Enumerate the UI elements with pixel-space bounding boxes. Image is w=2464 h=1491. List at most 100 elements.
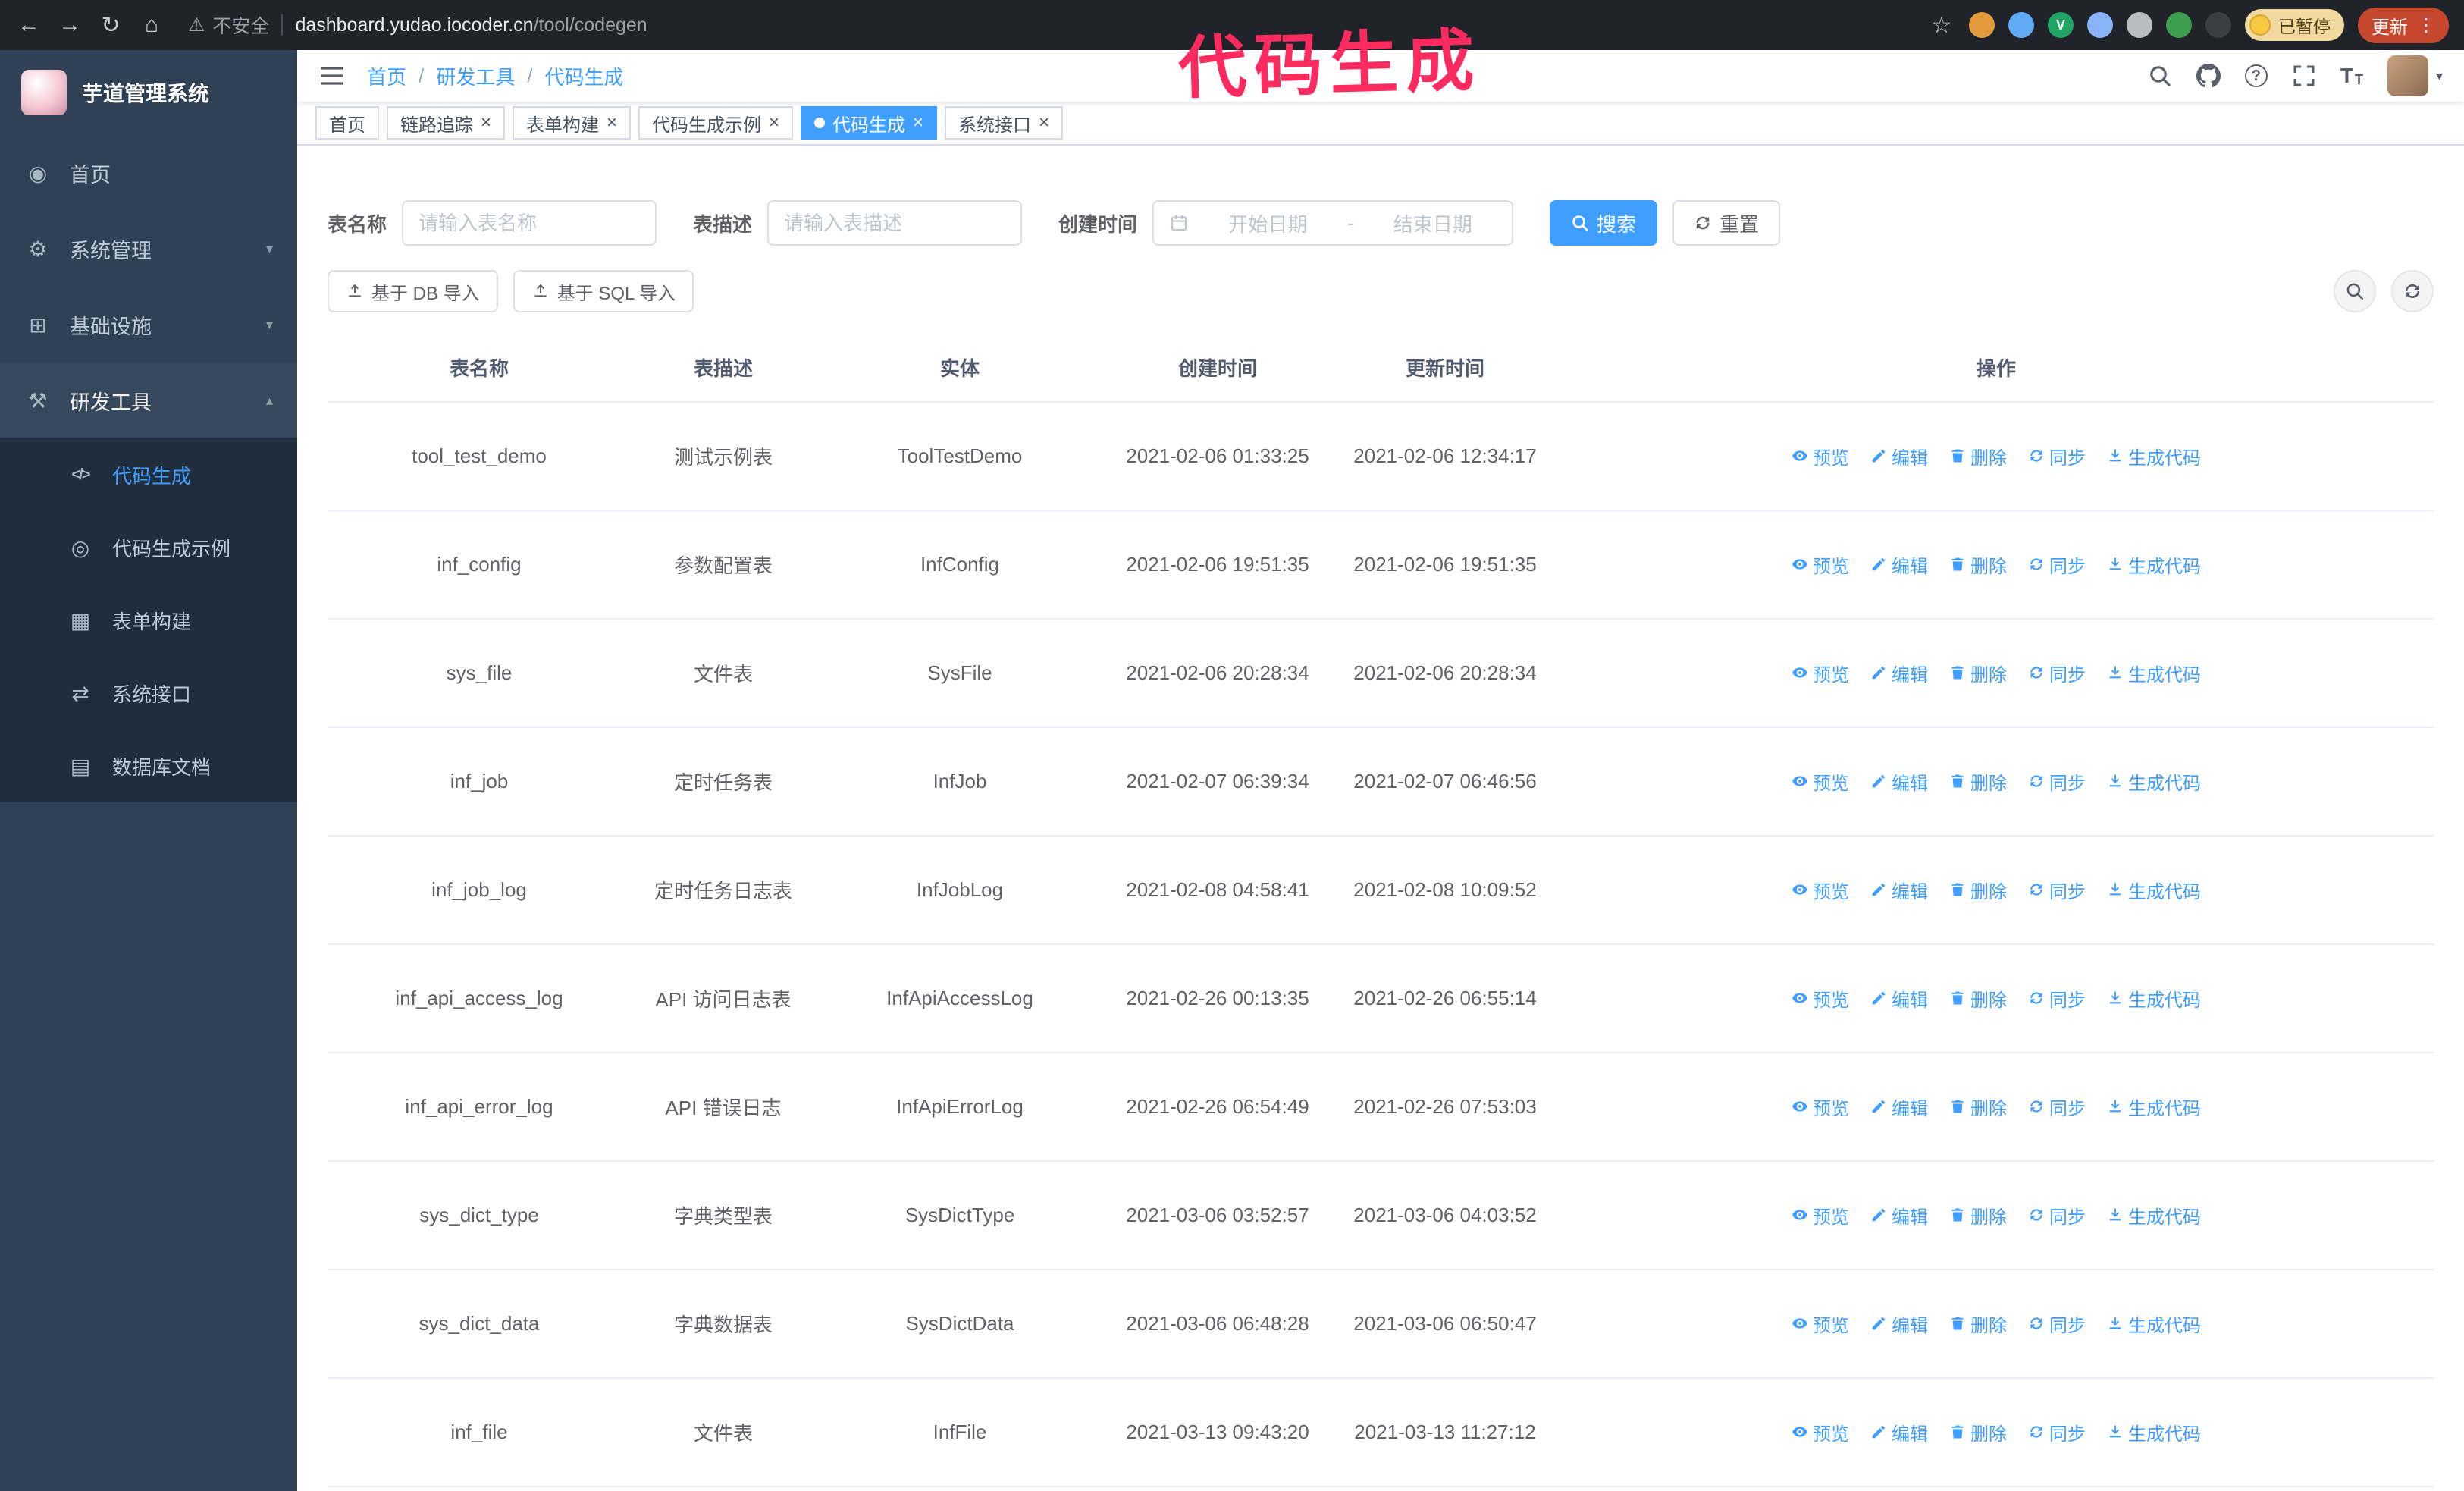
extension-icon[interactable]: V [2048,12,2074,38]
github-icon[interactable] [2196,64,2221,88]
refresh-table-button[interactable] [2391,270,2434,312]
action-delete[interactable]: 删除 [1949,768,2007,795]
sidebar-item-home[interactable]: ◉ 首页 [0,135,297,211]
back-icon[interactable]: ← [15,12,42,38]
action-edit[interactable]: 编辑 [1870,1094,1928,1120]
extension-icon[interactable] [2166,12,2192,38]
sidebar-item-codegen-example[interactable]: ◎ 代码生成示例 [0,511,297,584]
extension-icon[interactable] [2087,12,2113,38]
action-delete[interactable]: 删除 [1949,877,2007,903]
action-sync[interactable]: 同步 [2028,877,2086,903]
table-desc-input[interactable] [767,200,1023,246]
reload-icon[interactable]: ↻ [97,12,124,39]
action-sync[interactable]: 同步 [2028,1419,2086,1445]
date-range-picker[interactable]: 开始日期 - 结束日期 [1152,200,1514,246]
reset-button[interactable]: 重置 [1672,200,1781,246]
action-generate-code[interactable]: 生成代码 [2107,985,2201,1012]
action-edit[interactable]: 编辑 [1870,660,1928,686]
action-delete[interactable]: 删除 [1949,1094,2007,1120]
table-name-input[interactable] [402,200,657,246]
action-edit[interactable]: 编辑 [1870,551,1928,578]
action-generate-code[interactable]: 生成代码 [2107,551,2201,578]
extension-icon[interactable] [2205,12,2231,38]
kebab-icon[interactable]: ⋮ [2417,14,2435,36]
action-sync[interactable]: 同步 [2028,551,2086,578]
action-preview[interactable]: 预览 [1792,985,1849,1012]
action-generate-code[interactable]: 生成代码 [2107,1202,2201,1229]
sidebar-item-code-generation[interactable]: </> 代码生成 [0,438,297,511]
sidebar-item-system-api[interactable]: ⇄ 系统接口 [0,657,297,730]
action-delete[interactable]: 删除 [1949,1311,2007,1337]
action-preview[interactable]: 预览 [1792,877,1849,903]
fullscreen-icon[interactable] [2292,64,2316,88]
action-sync[interactable]: 同步 [2028,1202,2086,1229]
close-icon[interactable]: × [607,114,617,132]
extension-icon[interactable] [1969,12,1995,38]
action-sync[interactable]: 同步 [2028,660,2086,686]
action-sync[interactable]: 同步 [2028,1094,2086,1120]
tab-system-api[interactable]: 系统接口 × [945,106,1064,140]
update-button[interactable]: 更新 ⋮ [2358,7,2449,43]
action-edit[interactable]: 编辑 [1870,1419,1928,1445]
action-preview[interactable]: 预览 [1792,1419,1849,1445]
hamburger-icon[interactable] [318,64,346,88]
action-delete[interactable]: 删除 [1949,443,2007,469]
extension-icon[interactable] [2127,12,2152,38]
home-icon[interactable]: ⌂ [138,12,165,38]
sidebar-item-infrastructure[interactable]: ⊞ 基础设施 ▾ [0,287,297,363]
action-preview[interactable]: 预览 [1792,1311,1849,1337]
import-from-sql-button[interactable]: 基于 SQL 导入 [513,270,694,312]
action-sync[interactable]: 同步 [2028,1311,2086,1337]
tab-code-generation[interactable]: 代码生成 × [801,106,938,140]
action-sync[interactable]: 同步 [2028,768,2086,795]
action-delete[interactable]: 删除 [1949,1202,2007,1229]
tab-form-builder[interactable]: 表单构建 × [513,106,632,140]
breadcrumb-home[interactable]: 首页 [367,62,406,90]
action-edit[interactable]: 编辑 [1870,1202,1928,1229]
action-generate-code[interactable]: 生成代码 [2107,660,2201,686]
search-icon[interactable] [2148,64,2172,88]
action-preview[interactable]: 预览 [1792,660,1849,686]
action-preview[interactable]: 预览 [1792,551,1849,578]
sidebar-item-database-docs[interactable]: ▤ 数据库文档 [0,730,297,802]
action-preview[interactable]: 预览 [1792,443,1849,469]
action-delete[interactable]: 删除 [1949,551,2007,578]
forward-icon[interactable]: → [56,12,83,38]
sidebar-item-system-management[interactable]: ⚙ 系统管理 ▾ [0,211,297,287]
search-button[interactable]: 搜索 [1550,200,1658,246]
action-edit[interactable]: 编辑 [1870,877,1928,903]
close-icon[interactable]: × [1039,114,1049,132]
action-sync[interactable]: 同步 [2028,985,2086,1012]
action-preview[interactable]: 预览 [1792,768,1849,795]
app-logo[interactable]: 芋道管理系统 [0,50,297,135]
action-generate-code[interactable]: 生成代码 [2107,1419,2201,1445]
breadcrumb-dev-tools[interactable]: 研发工具 [436,62,515,90]
user-menu[interactable]: ▾ [2387,55,2443,96]
toggle-search-button[interactable] [2334,270,2376,312]
paused-badge[interactable]: 已暂停 [2245,9,2344,41]
import-from-db-button[interactable]: 基于 DB 导入 [328,270,498,312]
action-sync[interactable]: 同步 [2028,443,2086,469]
action-generate-code[interactable]: 生成代码 [2107,1311,2201,1337]
tab-trace[interactable]: 链路追踪 × [387,106,506,140]
tab-home[interactable]: 首页 [315,106,379,140]
close-icon[interactable]: × [769,114,779,132]
action-edit[interactable]: 编辑 [1870,443,1928,469]
action-generate-code[interactable]: 生成代码 [2107,443,2201,469]
bookmark-star-icon[interactable]: ☆ [1928,12,1955,39]
help-icon[interactable]: ? [2244,64,2268,87]
action-edit[interactable]: 编辑 [1870,1311,1928,1337]
action-edit[interactable]: 编辑 [1870,985,1928,1012]
action-preview[interactable]: 预览 [1792,1202,1849,1229]
sidebar-item-dev-tools[interactable]: ⚒ 研发工具 ▴ [0,363,297,438]
action-generate-code[interactable]: 生成代码 [2107,768,2201,795]
action-generate-code[interactable]: 生成代码 [2107,1094,2201,1120]
action-preview[interactable]: 预览 [1792,1094,1849,1120]
action-delete[interactable]: 删除 [1949,985,2007,1012]
action-delete[interactable]: 删除 [1949,660,2007,686]
extension-icon[interactable] [2008,12,2034,38]
url-bar[interactable]: ⚠ 不安全 dashboard.yudao.iocoder.cn/tool/co… [188,11,1914,39]
close-icon[interactable]: × [913,114,923,132]
close-icon[interactable]: × [481,114,491,132]
action-generate-code[interactable]: 生成代码 [2107,877,2201,903]
